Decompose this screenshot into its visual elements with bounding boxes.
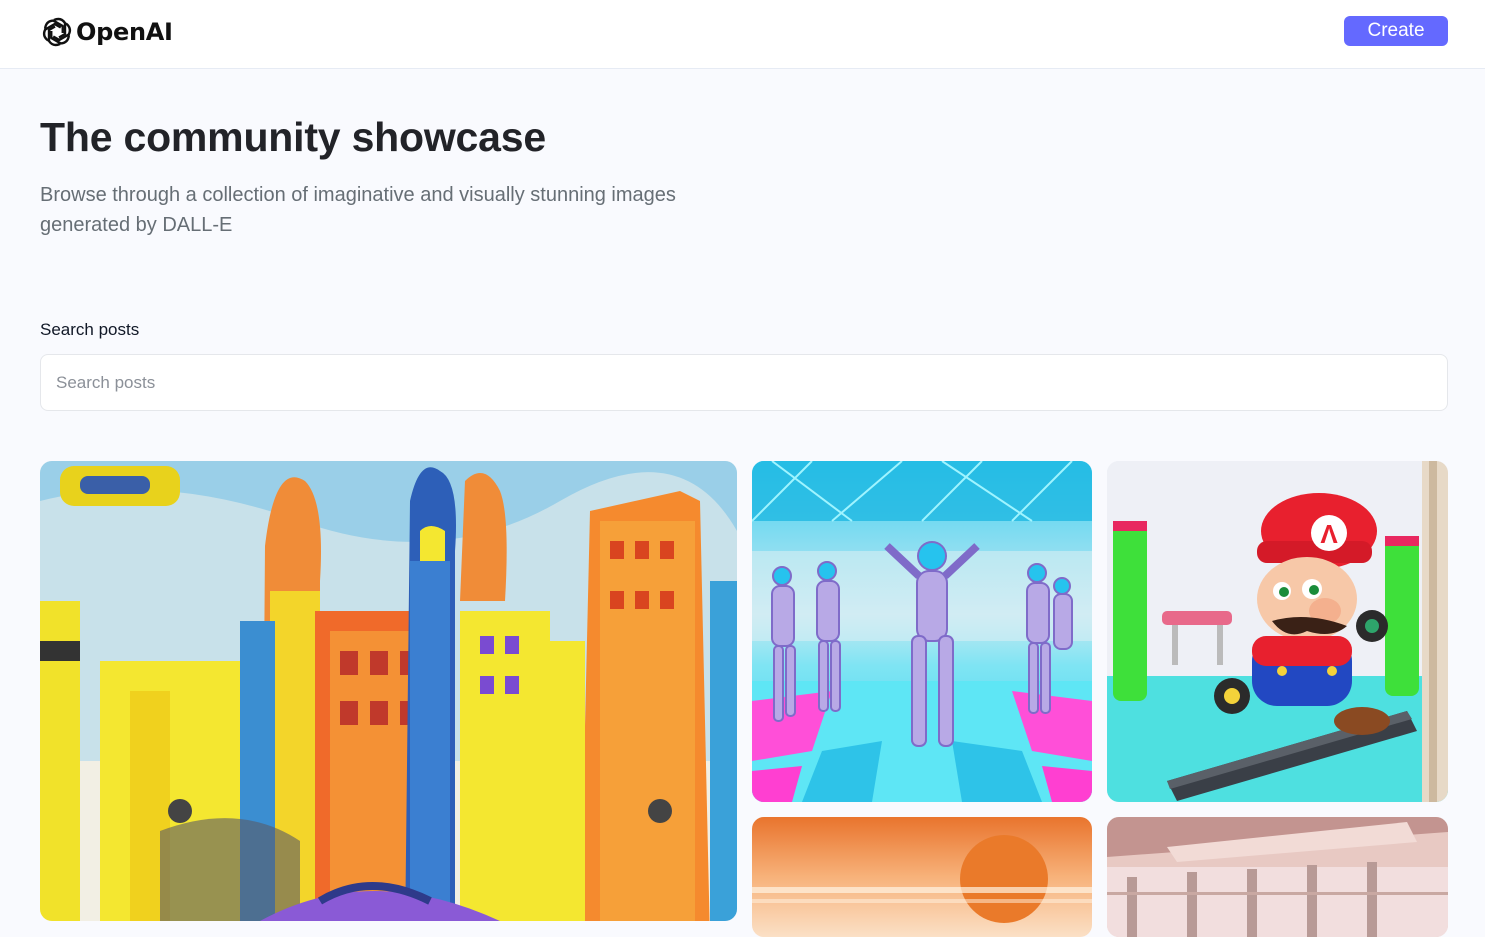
gallery-card[interactable]: Λ (1107, 461, 1448, 802)
svg-text:Λ: Λ (1320, 519, 1338, 549)
sunset-image (752, 817, 1092, 937)
top-bar: OpenAI Create (0, 0, 1485, 69)
search-input[interactable] (40, 354, 1448, 411)
openai-logo-icon (42, 17, 72, 47)
search-label: Search posts (40, 320, 140, 339)
crayon-city-image (40, 461, 737, 921)
logo-text: OpenAI (76, 18, 173, 46)
openai-logo[interactable]: OpenAI (40, 14, 173, 50)
page-subtitle: Browse through a collection of imaginati… (40, 184, 676, 236)
gallery-card[interactable] (1107, 817, 1448, 937)
gallery-card[interactable] (752, 817, 1092, 937)
mario-gym-image: Λ (1107, 461, 1448, 802)
gallery-card[interactable] (40, 461, 737, 921)
page-title: The community showcase (40, 114, 546, 160)
create-button[interactable]: Create (1344, 16, 1448, 46)
gallery-card[interactable] (752, 461, 1092, 802)
neon-dancers-image (752, 461, 1092, 802)
pink-room-image (1107, 817, 1448, 937)
